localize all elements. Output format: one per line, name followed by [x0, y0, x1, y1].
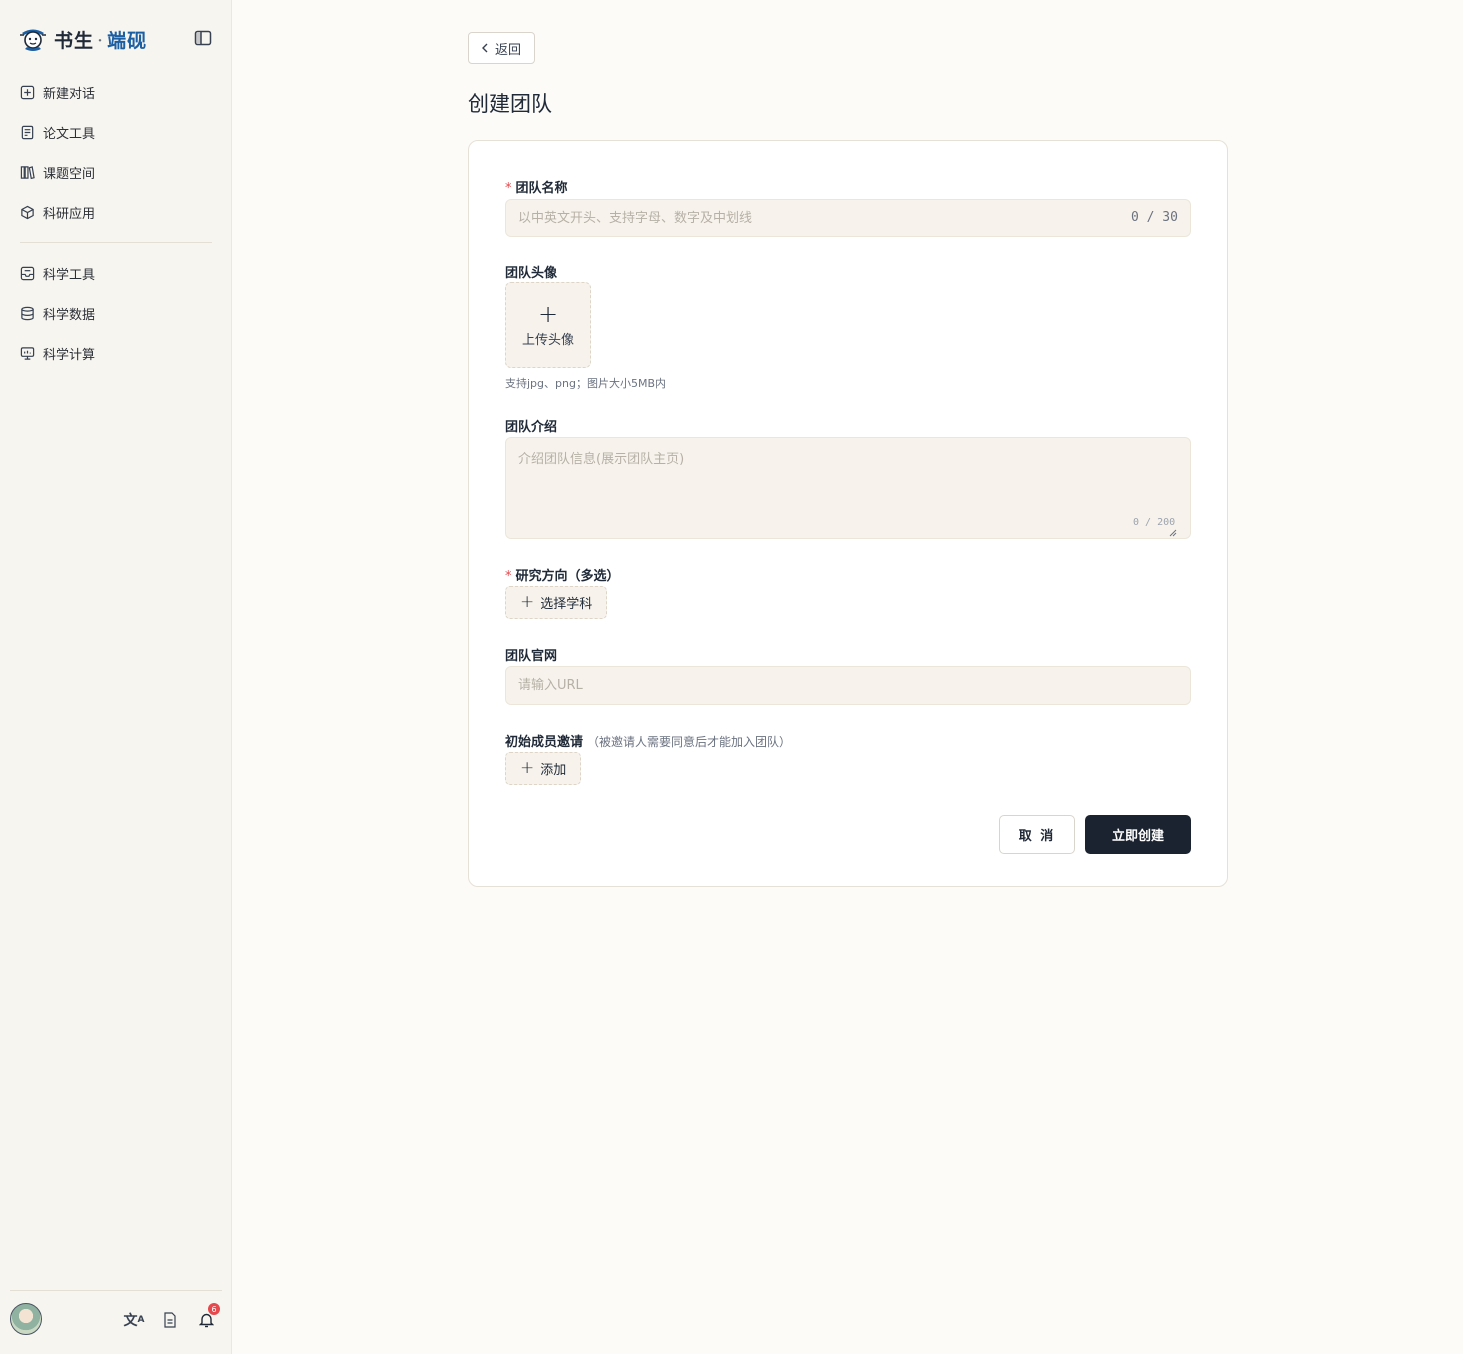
sidebar-item-research-apps[interactable]: 科研应用 — [10, 192, 212, 232]
plus-icon: + — [520, 758, 535, 778]
cube-icon — [21, 205, 34, 219]
plus-icon: + — [537, 299, 559, 328]
sidebar-item-label: 论文工具 — [43, 126, 96, 142]
sidebar-item-paper-tools[interactable]: 论文工具 — [10, 112, 212, 152]
chevron-left-icon — [482, 43, 488, 53]
plus-icon: + — [520, 592, 535, 612]
page-title: 创建团队 — [468, 92, 552, 116]
team-avatar-label: 团队头像 — [505, 266, 558, 281]
upload-avatar-label: 上传头像 — [521, 332, 574, 348]
team-intro-counter: 0 / 200 — [1133, 517, 1176, 528]
sidebar-item-project-space[interactable]: 课题空间 — [10, 152, 212, 192]
member-invite-note: （被邀请人需要同意后才能加入团队） — [587, 735, 792, 749]
language-icon[interactable]: 文A — [124, 1310, 145, 1330]
create-team-form: *团队名称 0 / 30 团队头像 + 上传头像 支持jpg、png；图片大小5… — [468, 140, 1228, 887]
team-website-input[interactable] — [505, 666, 1191, 705]
notification-badge: 6 — [208, 1303, 220, 1315]
sidebar-item-new-chat[interactable]: 新建对话 — [10, 72, 212, 112]
sidebar-item-science-tools[interactable]: 科学工具 — [10, 253, 212, 293]
avatar-hint: 支持jpg、png；图片大小5MB内 — [505, 377, 666, 390]
sidebar-item-science-data[interactable]: 科学数据 — [10, 293, 212, 333]
team-name-label: * 团队名称 — [505, 181, 568, 196]
sidebar-toggle-icon[interactable] — [194, 30, 212, 46]
team-intro-textarea[interactable] — [505, 437, 1191, 539]
member-invite-label: 初始成员邀请 （被邀请人需要同意后才能加入团队） — [505, 735, 792, 750]
avatar[interactable] — [10, 1303, 42, 1335]
brand-name: 书生 — [54, 29, 95, 52]
bell-icon[interactable]: 6 — [196, 1303, 220, 1330]
team-intro-label: 团队介绍 — [505, 420, 558, 435]
team-name-counter: 0 / 30 — [1131, 210, 1178, 225]
sidebar-footer: 文A 6 — [10, 1290, 222, 1354]
sidebar-item-label: 课题空间 — [43, 166, 96, 182]
sidebar-item-label: 新建对话 — [43, 86, 96, 102]
sidebar-nav: 新建对话 论文工具 课题空间 科研应用 科学工具 科学数据 科学计算 — [10, 72, 212, 373]
tray-icon — [20, 266, 35, 280]
monitor-icon — [20, 346, 35, 360]
resize-handle-icon[interactable] — [1169, 529, 1177, 537]
select-subject-label: 选择学科 — [540, 597, 593, 612]
file-icon[interactable] — [160, 1310, 180, 1330]
nav-divider — [20, 242, 212, 243]
brand-product: 端砚 — [107, 29, 148, 52]
brand-separator: · — [97, 29, 105, 52]
cancel-button[interactable]: 取 消 — [999, 815, 1075, 854]
research-direction-label: * 研究方向（多选） — [505, 569, 620, 584]
document-icon — [21, 125, 34, 139]
scholar-logo-icon — [20, 29, 46, 51]
add-member-button[interactable]: + 添加 — [505, 752, 582, 785]
brand[interactable]: 书生 · 端砚 — [18, 24, 147, 54]
team-name-input[interactable] — [505, 199, 1191, 237]
books-icon — [20, 165, 35, 179]
sidebar-item-label: 科学计算 — [43, 347, 96, 363]
back-button-label: 返回 — [495, 42, 522, 58]
database-icon — [21, 306, 34, 320]
plus-square-icon — [20, 85, 35, 99]
sidebar-item-label: 科研应用 — [43, 206, 96, 222]
main-content: 返回 创建团队 *团队名称 0 / 30 团队头像 + 上传头像 支持jpg、p… — [232, 0, 1463, 1354]
sidebar-item-science-compute[interactable]: 科学计算 — [10, 333, 212, 373]
required-mark: * — [505, 569, 512, 584]
create-now-button[interactable]: 立即创建 — [1085, 815, 1191, 854]
select-subject-button[interactable]: + 选择学科 — [505, 586, 608, 619]
back-button[interactable]: 返回 — [468, 32, 536, 64]
required-mark: * — [505, 181, 512, 196]
upload-avatar-button[interactable]: + 上传头像 — [505, 282, 591, 368]
team-website-label: 团队官网 — [505, 649, 558, 664]
sidebar: 书生 · 端砚 新建对话 论文工具 课题空间 科研应用 科学工具 科学数据 科学… — [0, 0, 232, 1354]
sidebar-item-label: 科学工具 — [43, 267, 96, 283]
sidebar-item-label: 科学数据 — [43, 307, 96, 323]
add-member-label: 添加 — [540, 763, 567, 778]
